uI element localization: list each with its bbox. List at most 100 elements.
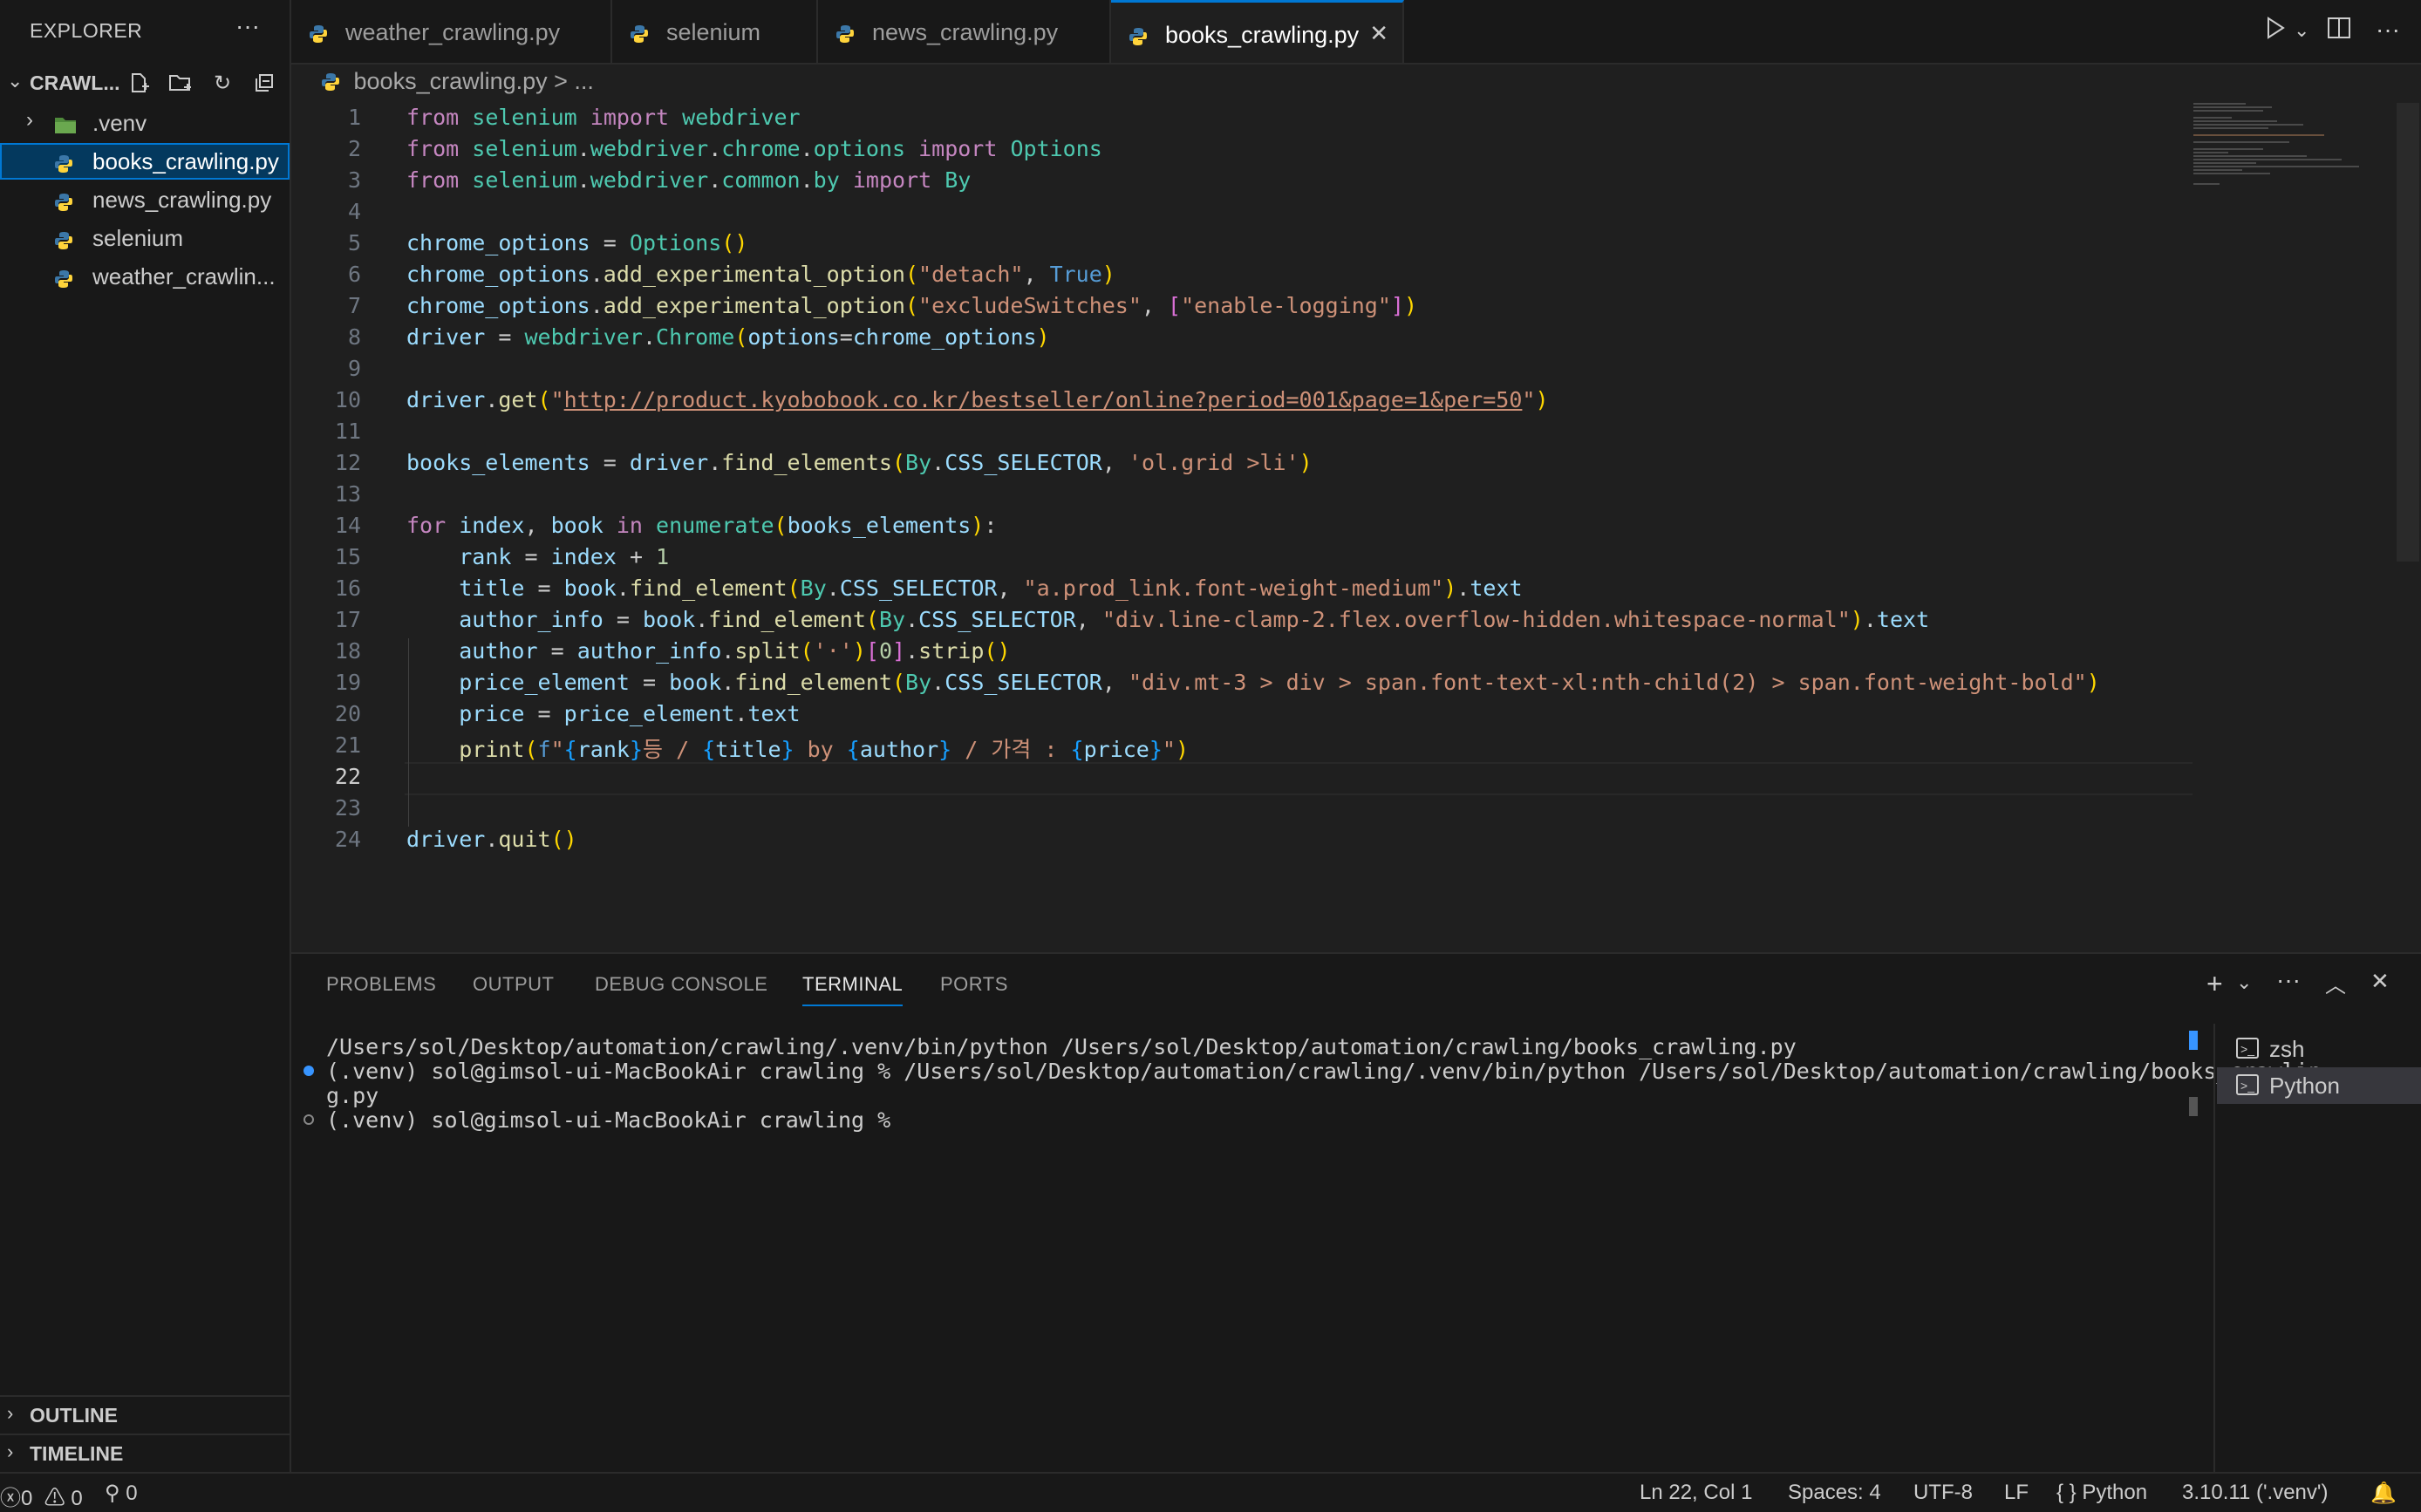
more-actions-icon[interactable]: ··· [2276,966,2301,994]
tree-item-label: books_crawling.py [92,148,279,174]
terminal-name: Python [2269,1073,2340,1099]
line-number: 24 [334,827,361,852]
python-file-icon [309,23,328,43]
line-number: 9 [347,356,361,381]
code-line: 12 books_elements = driver.find_elements(… [291,450,2193,481]
line-number: 11 [334,419,361,444]
tab-news-crawling[interactable]: news_crawling.py [818,0,1111,63]
maximize-panel-icon[interactable]: ︿ [2325,968,2346,998]
tree-item-label: news_crawling.py [92,187,272,213]
tab-debug-console[interactable]: DEBUG CONSOLE [595,973,767,996]
terminal-scroll-marker [2189,1097,2198,1116]
tree-item-selenium[interactable]: selenium [0,220,290,256]
command-pending-dot[interactable] [303,1114,314,1125]
folder-icon [54,113,77,140]
chevron-right-icon: › [26,108,33,132]
new-file-icon[interactable] [126,70,152,96]
new-terminal-icon[interactable]: + [2206,968,2223,1000]
minimap[interactable] [2193,103,2403,190]
line-number: 4 [347,199,361,224]
tab-problems[interactable]: PROBLEMS [326,973,436,996]
line-number: 17 [334,607,361,632]
line-number: 13 [334,481,361,507]
code-line: 24 driver.quit() [291,827,2193,858]
tree-item-venv[interactable]: › .venv [0,105,290,141]
collapse-all-icon[interactable] [251,70,277,96]
line-number: 18 [334,638,361,664]
code-line: 21 print(f"{rank}등 / {title} by {author}… [291,732,2193,764]
timeline-section[interactable]: › TIMELINE [0,1434,290,1472]
terminal-icon: >_ [2236,1038,2259,1059]
code-editor[interactable]: 1 from selenium import webdriver 2 from se… [291,96,2421,950]
code-line: 2 from selenium.webdriver.chrome.options … [291,136,2193,167]
tree-item-news-crawling[interactable]: news_crawling.py [0,181,290,218]
chevron-down-icon[interactable]: ⌄ [2236,971,2252,994]
code-line: 7 chrome_options.add_experimental_option(… [291,293,2193,324]
code-line: 11 [291,419,2193,450]
cursor-position[interactable]: Ln 22, Col 1 [1640,1481,1752,1505]
chevron-right-icon: › [7,1440,14,1462]
timeline-title: TIMELINE [30,1442,124,1465]
python-file-icon [321,71,340,91]
line-number: 2 [347,136,361,161]
terminal-name: zsh [2269,1036,2305,1062]
editor-tab-bar: weather_crawling.py selenium news_crawli… [291,0,2421,65]
workspace-folder-row[interactable]: ⌄ CRAWL... ↻ [0,66,290,101]
more-actions-icon[interactable]: ··· [2376,16,2400,44]
encoding[interactable]: UTF-8 [1913,1481,1973,1505]
tab-label: weather_crawling.py [345,19,561,45]
outline-title: OUTLINE [30,1404,118,1427]
tab-label: news_crawling.py [872,19,1059,45]
command-success-dot[interactable] [303,1066,314,1076]
tree-item-label: weather_crawlin... [92,263,276,289]
python-interpreter[interactable]: 3.10.11 ('.venv') [2182,1481,2328,1505]
explorer-title: EXPLORER [30,19,143,42]
language-mode[interactable]: { } Python [2056,1481,2147,1505]
warning-icon: ⚠ [44,1487,65,1510]
code-line: 18 author = author_info.split('·')[0].st… [291,638,2193,670]
breadcrumb-file[interactable]: books_crawling.py [354,68,548,94]
terminal-list-item-python[interactable]: >_ Python [2217,1067,2421,1104]
code-line: 19 price_element = book.find_element(By.… [291,670,2193,701]
tab-output[interactable]: OUTPUT [473,973,554,996]
tree-item-weather-crawling[interactable]: weather_crawlin... [0,258,290,295]
close-icon[interactable]: ✕ [1369,20,1388,47]
editor-scrollbar[interactable] [2397,103,2419,562]
tree-item-books-crawling[interactable]: books_crawling.py [0,143,290,180]
refresh-icon[interactable]: ↻ [209,70,235,96]
close-icon[interactable]: ✕ [2370,968,2390,995]
problems-status[interactable]: ⓧ0 ⚠ 0 [0,1481,83,1511]
terminal-list-item-zsh[interactable]: >_ zsh [2217,1031,2421,1067]
terminal-line: /Users/sol/Desktop/automation/crawling/.… [326,1034,1797,1059]
chevron-down-icon[interactable]: ⌄ [7,70,23,92]
breadcrumb-rest[interactable]: > ... [554,68,594,94]
tab-terminal[interactable]: TERMINAL [802,973,904,1006]
code-line: 17 author_info = book.find_element(By.CS… [291,607,2193,638]
indentation[interactable]: Spaces: 4 [1788,1481,1881,1505]
code-line: 16 title = book.find_element(By.CSS_SELE… [291,576,2193,607]
tab-ports[interactable]: PORTS [940,973,1008,996]
terminal-scroll-marker [2189,1031,2198,1050]
tree-item-label: .venv [92,110,147,136]
run-icon[interactable] [2264,16,2287,46]
split-editor-icon[interactable] [2327,16,2351,46]
code-line: 13 [291,481,2193,513]
line-number: 10 [334,387,361,412]
code-line: 4 [291,199,2193,230]
end-of-line[interactable]: LF [2004,1481,2029,1505]
broadcast-icon: ⚲ [105,1481,120,1505]
tab-selenium[interactable]: selenium [612,0,818,63]
outline-section[interactable]: › OUTLINE [0,1395,290,1434]
tab-weather-crawling[interactable]: weather_crawling.py [291,0,612,63]
line-number: 23 [334,795,361,821]
chevron-down-icon[interactable]: ⌄ [2294,19,2309,42]
code-line: 9 [291,356,2193,387]
code-line: 15 rank = index + 1 [291,544,2193,576]
more-actions-icon[interactable]: ··· [235,12,260,40]
python-file-icon [630,23,649,43]
tab-books-crawling[interactable]: books_crawling.py ✕ [1111,0,1404,63]
bell-icon[interactable]: 🔔 [2370,1481,2397,1506]
error-icon: ⓧ [0,1487,21,1510]
ports-status[interactable]: ⚲ 0 [105,1481,138,1506]
new-folder-icon[interactable] [167,70,194,96]
